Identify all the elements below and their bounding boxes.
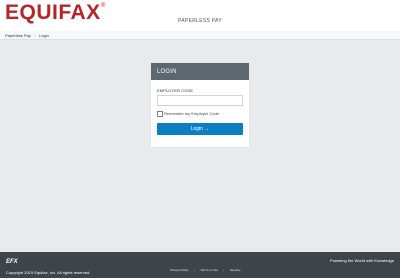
- site-footer: EFX Copyright 2019 Equifax, Inc. All rig…: [0, 252, 400, 278]
- privacy-policy-link[interactable]: Privacy Policy: [170, 268, 189, 273]
- app-title: PAPERLESS PAY: [178, 18, 222, 24]
- breadcrumb: Paperless Pay › Login: [0, 31, 400, 40]
- remember-checkbox[interactable]: [157, 111, 163, 117]
- security-link[interactable]: Security: [230, 268, 241, 273]
- footer-link-separator: |: [194, 268, 195, 272]
- login-card-header: LOGIN: [151, 63, 249, 80]
- login-button[interactable]: Login →: [157, 123, 243, 135]
- remember-label[interactable]: Remember my Employer Code: [164, 111, 219, 116]
- copyright-text: Copyright 2019 Equifax, Inc. All rights …: [6, 270, 91, 275]
- footer-tagline: Powering the World with Knowledge: [330, 258, 394, 263]
- terms-of-use-link[interactable]: Terms of Use: [200, 268, 218, 273]
- efx-logo: EFX: [6, 259, 18, 265]
- breadcrumb-login: Login: [39, 33, 49, 38]
- breadcrumb-separator: ›: [34, 33, 36, 38]
- login-title: LOGIN: [157, 69, 177, 75]
- login-button-label: Login →: [190, 126, 210, 132]
- breadcrumb-paperless-pay[interactable]: Paperless Pay: [5, 33, 31, 38]
- employer-code-input[interactable]: [157, 95, 243, 106]
- registered-mark: ®: [101, 3, 106, 9]
- employer-code-label: EMPLOYER CODE: [157, 88, 194, 93]
- login-card: LOGIN EMPLOYER CODE Remember my Employer…: [151, 63, 249, 147]
- site-header: EQUIFAX ® PAPERLESS PAY: [0, 0, 400, 31]
- footer-links: Privacy Policy | Terms of Use | Security: [170, 258, 241, 272]
- footer-link-separator: |: [223, 268, 225, 272]
